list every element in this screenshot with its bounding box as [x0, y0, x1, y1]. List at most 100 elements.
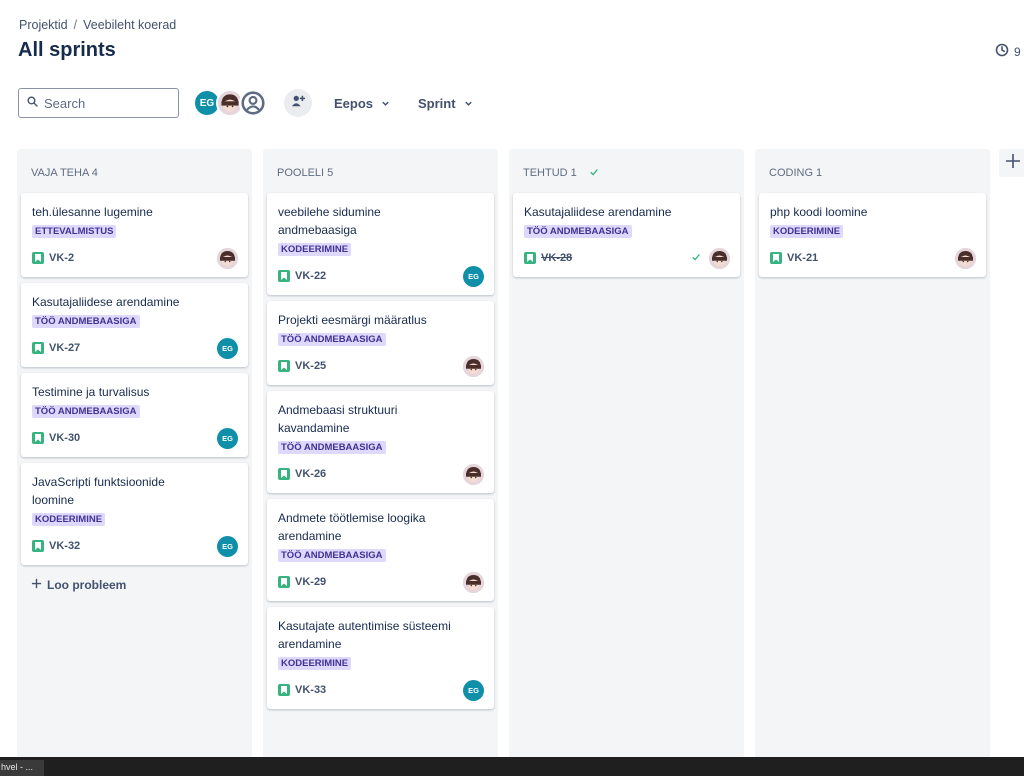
search-box[interactable] — [18, 88, 179, 118]
assignee-avatar[interactable]: EG — [463, 265, 484, 287]
story-icon — [32, 342, 44, 354]
plus-icon — [1005, 153, 1021, 174]
epic-label: KODEERIMINE — [278, 243, 352, 256]
issue-card[interactable]: Testimine ja turvalisus TÖÖ ANDMEBAASIGA… — [21, 373, 248, 457]
add-column-button[interactable] — [999, 149, 1024, 177]
issue-key: VK-22 — [278, 270, 326, 282]
done-checkmark-icon — [691, 251, 701, 265]
taskbar-item[interactable]: hvel - ... — [0, 760, 44, 776]
assignee-avatar[interactable] — [463, 571, 484, 593]
assignee-avatar[interactable] — [955, 247, 976, 269]
epic-label: ETTEVALMISTUS — [32, 225, 117, 238]
column-title: TEHTUD 1 — [523, 167, 577, 179]
issue-title: Andmebaasi struktuuri kavandamine — [278, 403, 398, 435]
breadcrumb-item-project[interactable]: Veebileht koerad — [83, 18, 176, 32]
search-icon — [27, 94, 38, 112]
issue-key: VK-33 — [278, 684, 326, 696]
issue-card[interactable]: JavaScripti funktsioonide loomine KODEER… — [21, 463, 248, 565]
issue-card[interactable]: veebilehe sidumine andmebaasiga KODEERIM… — [267, 193, 494, 295]
issue-title: Kasutajate autentimise süsteemi arendami… — [278, 619, 451, 651]
story-icon — [278, 576, 290, 588]
column-in-progress: POOLELI 5 veebilehe sidumine andmebaasig… — [263, 149, 498, 759]
column-title: POOLELI 5 — [277, 167, 334, 179]
sprint-timer[interactable]: 9 — [995, 43, 1021, 60]
issue-card[interactable]: Kasutajaliidese arendamine TÖÖ ANDMEBAAS… — [513, 193, 740, 277]
story-icon — [32, 432, 44, 444]
issue-title: Projekti eesmärgi määratlus — [278, 313, 427, 327]
checkmark-icon — [589, 167, 599, 180]
issue-title: php koodi loomine — [770, 205, 868, 219]
epic-label: TÖÖ ANDMEBAASIGA — [278, 549, 386, 562]
timer-value: 9 — [1014, 44, 1021, 59]
breadcrumb-item-projects[interactable]: Projektid — [19, 18, 68, 32]
assignee-avatar[interactable]: EG — [217, 535, 238, 557]
column-done: TEHTUD 1 Kasutajaliidese arendamine TÖÖ … — [509, 149, 744, 759]
create-issue-label: Loo probleem — [47, 578, 127, 592]
issue-key: VK-32 — [32, 540, 80, 552]
issue-key: VK-30 — [32, 432, 80, 444]
epic-label: KODEERIMINE — [278, 657, 352, 670]
epic-label: TÖÖ ANDMEBAASIGA — [278, 333, 386, 346]
column-coding: CODING 1 php koodi loomine KODEERIMINE V… — [755, 149, 990, 759]
issue-key: VK-29 — [278, 576, 326, 588]
page-title: All sprints — [18, 39, 116, 61]
story-icon — [278, 270, 290, 282]
filter-epic-dropdown[interactable]: Eepos — [334, 96, 390, 111]
column-header: CODING 1 — [759, 153, 986, 193]
issue-title: Kasutajaliidese arendamine — [32, 295, 180, 309]
user-photo-icon — [463, 355, 484, 377]
column-header: TEHTUD 1 — [513, 153, 740, 193]
breadcrumb-separator: / — [73, 18, 78, 32]
epic-label: TÖÖ ANDMEBAASIGA — [32, 315, 140, 328]
issue-card[interactable]: Andmebaasi struktuuri kavandamine TÖÖ AN… — [267, 391, 494, 493]
epic-label: KODEERIMINE — [32, 513, 106, 526]
filter-sprint-label: Sprint — [418, 95, 456, 111]
issue-card[interactable]: Andmete töötlemise loogika arendamine TÖ… — [267, 499, 494, 601]
issue-card[interactable]: php koodi loomine KODEERIMINE VK-21 — [759, 193, 986, 277]
user-photo-icon — [709, 247, 730, 269]
chevron-down-icon — [381, 96, 390, 111]
assignee-avatar[interactable] — [709, 247, 730, 269]
search-input[interactable] — [44, 95, 164, 111]
filter-epic-label: Eepos — [334, 95, 374, 111]
create-issue-button[interactable]: Loo probleem — [21, 571, 248, 599]
assignee-avatar[interactable]: EG — [463, 679, 484, 701]
issue-card[interactable]: teh.ülesanne lugemine ETTEVALMISTUS VK-2 — [21, 193, 248, 277]
column-header: POOLELI 5 — [267, 153, 494, 193]
user-photo-icon — [463, 571, 484, 593]
issue-key: VK-25 — [278, 360, 326, 372]
issue-card[interactable]: Kasutajate autentimise süsteemi arendami… — [267, 607, 494, 709]
epic-label: TÖÖ ANDMEBAASIGA — [278, 441, 386, 454]
epic-label: TÖÖ ANDMEBAASIGA — [524, 225, 632, 238]
assignee-avatar[interactable]: EG — [217, 427, 238, 449]
story-icon — [32, 540, 44, 552]
default-user-icon — [241, 91, 265, 115]
issue-title: teh.ülesanne lugemine — [32, 205, 153, 219]
avatar-group: EG — [193, 89, 267, 117]
assignee-avatar[interactable] — [463, 355, 484, 377]
issue-title: Kasutajaliidese arendamine — [524, 205, 672, 219]
filter-sprint-dropdown[interactable]: Sprint — [418, 96, 473, 111]
chevron-down-icon — [464, 96, 473, 111]
epic-label: TÖÖ ANDMEBAASIGA — [32, 405, 140, 418]
story-icon — [278, 360, 290, 372]
add-person-icon — [291, 94, 305, 113]
add-people-button[interactable] — [284, 89, 312, 117]
story-icon — [278, 684, 290, 696]
issue-key: VK-2 — [32, 252, 74, 264]
story-icon — [278, 468, 290, 480]
breadcrumb: Projektid / Veebileht koerad — [19, 18, 176, 32]
issue-key: VK-26 — [278, 468, 326, 480]
issue-title: JavaScripti funktsioonide loomine — [32, 475, 165, 507]
issue-key: VK-28 — [524, 252, 572, 264]
assignee-avatar[interactable] — [463, 463, 484, 485]
issue-card[interactable]: Kasutajaliidese arendamine TÖÖ ANDMEBAAS… — [21, 283, 248, 367]
issue-card[interactable]: Projekti eesmärgi määratlus TÖÖ ANDMEBAA… — [267, 301, 494, 385]
assignee-avatar[interactable]: EG — [217, 337, 238, 359]
assignee-avatar[interactable] — [217, 247, 238, 269]
epic-label: KODEERIMINE — [770, 225, 844, 238]
taskbar: hvel - ... — [0, 757, 1024, 776]
avatar-default[interactable] — [239, 89, 267, 117]
column-title: VAJA TEHA 4 — [31, 167, 98, 179]
user-photo-icon — [217, 247, 238, 269]
